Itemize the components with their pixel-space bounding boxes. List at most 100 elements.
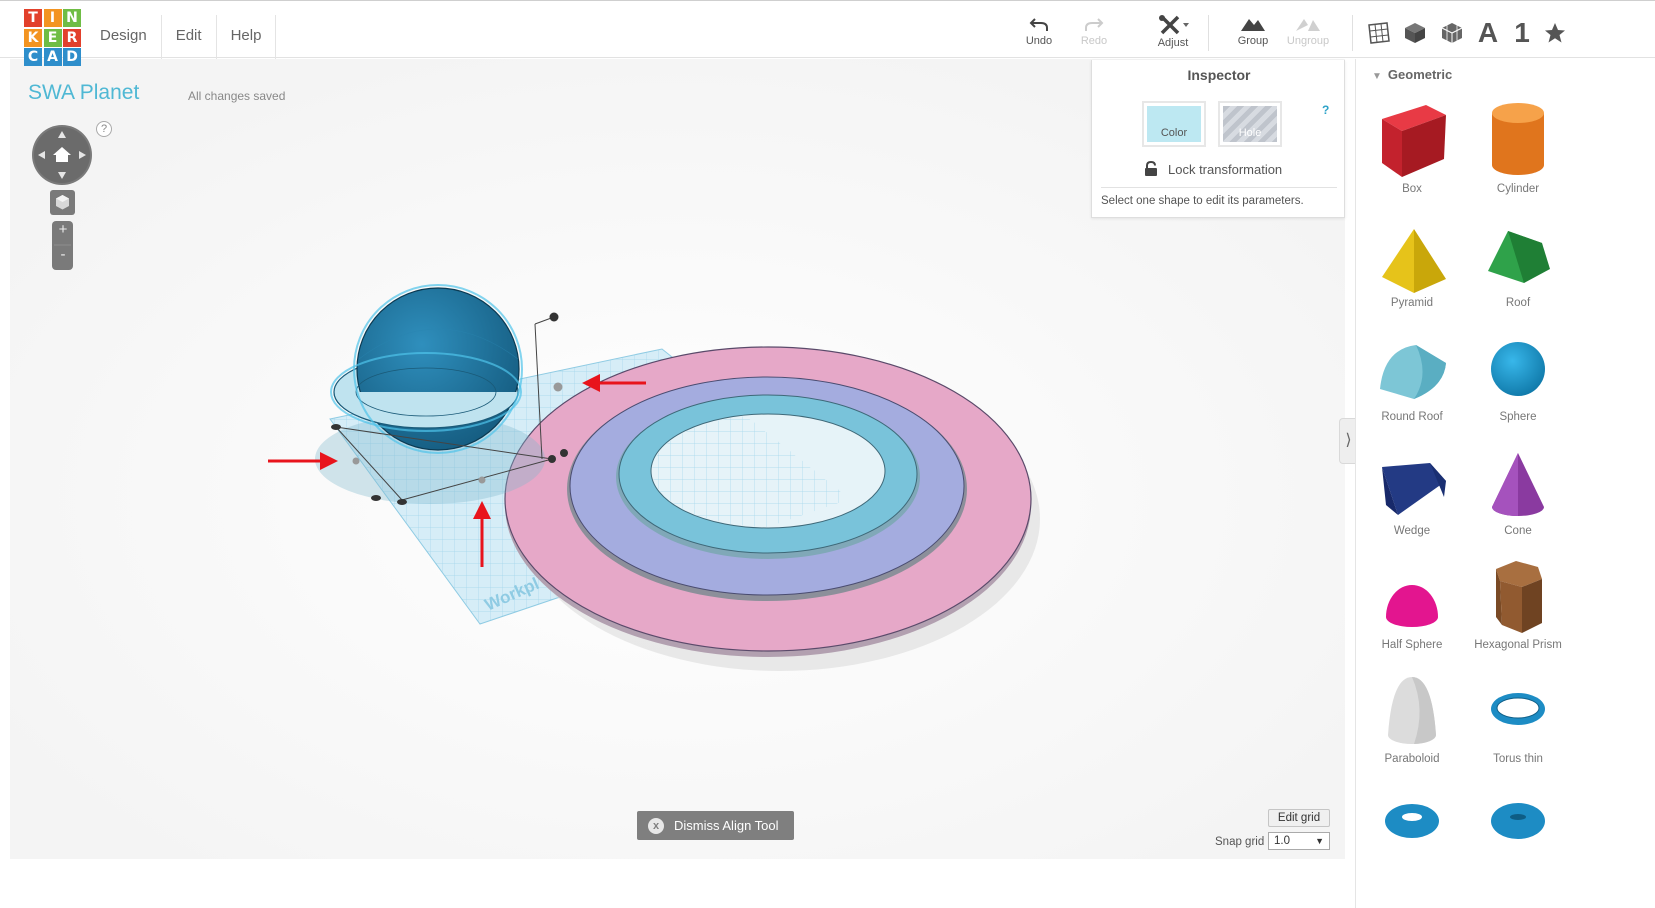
shape-tube[interactable] [1468, 783, 1568, 893]
shape-box[interactable]: Box [1362, 99, 1462, 209]
torus-icon [1385, 804, 1439, 838]
fit-view-button[interactable] [50, 190, 75, 215]
ungroup-button[interactable]: Ungroup [1278, 15, 1338, 55]
shape-label: Paraboloid [1384, 753, 1440, 765]
logo-letter: N [63, 9, 81, 27]
edit-grid-button[interactable]: Edit grid [1268, 809, 1330, 827]
tube-icon [1491, 803, 1545, 839]
inspector-panel: Inspector Color Hole ? Lock transformati… [1091, 60, 1345, 218]
sphere-icon [1491, 342, 1545, 396]
solid-cube-icon [1405, 23, 1425, 43]
pyramid-icon [1382, 229, 1446, 293]
torus-thin-icon [1491, 693, 1545, 725]
dismiss-label: Dismiss Align Tool [674, 818, 779, 833]
save-status: All changes saved [188, 89, 286, 103]
number-shape-button[interactable]: 1 [1511, 17, 1533, 49]
snap-grid-value: 1.0 [1274, 835, 1290, 847]
redo-button[interactable]: Redo [1064, 15, 1124, 55]
logo-letter: T [24, 9, 42, 27]
text-shape-button[interactable]: A [1474, 17, 1502, 49]
logo-letter: E [43, 28, 62, 47]
undo-label: Undo [1025, 35, 1053, 47]
wedge-icon [1382, 463, 1446, 515]
workplane-view-button[interactable] [1366, 17, 1392, 49]
shape-label: Hexagonal Prism [1474, 639, 1562, 651]
color-label: Color [1160, 127, 1188, 139]
shape-pyramid[interactable]: Pyramid [1362, 213, 1462, 323]
group-button[interactable]: Group [1223, 15, 1283, 55]
grid-icon [1368, 22, 1390, 44]
tinkercad-logo[interactable]: TIN KER CAD [24, 9, 81, 66]
shape-sphere[interactable]: Sphere [1468, 327, 1568, 437]
navigation-help-button[interactable]: ? [96, 121, 112, 137]
inspector-title: Inspector [1187, 67, 1251, 83]
shapes-panel: ▼ Geometric Box Cylinder Pyramid Roof Ro… [1355, 59, 1655, 908]
shape-roof[interactable]: Roof [1468, 213, 1568, 323]
inspector-help-button[interactable]: ? [1322, 103, 1329, 117]
geometric-section-header[interactable]: ▼ Geometric [1372, 67, 1452, 82]
zoom-in-button[interactable]: + [57, 221, 69, 238]
hole-swatch-button[interactable]: Hole [1218, 101, 1282, 147]
menu-edit[interactable]: Edit [162, 15, 217, 59]
shape-label: Cylinder [1496, 183, 1540, 195]
undo-button[interactable]: Undo [1009, 15, 1069, 55]
hexagonal-prism-icon [1496, 561, 1542, 633]
shape-wedge[interactable]: Wedge [1362, 441, 1462, 551]
round-roof-icon [1380, 345, 1446, 399]
shape-torus[interactable] [1362, 783, 1462, 893]
shape-paraboloid[interactable]: Paraboloid [1362, 669, 1462, 779]
menu-help[interactable]: Help [217, 15, 277, 59]
chevron-right-icon: ⟩ [1345, 432, 1352, 449]
color-swatch-button[interactable]: Color [1142, 101, 1206, 147]
shape-cylinder[interactable]: Cylinder [1468, 99, 1568, 209]
top-toolbar: TINKERCAD Design Edit Help Undo Redo Adj… [0, 0, 1655, 66]
star-icon [1545, 23, 1565, 43]
shape-hexagonal-prism[interactable]: Hexagonal Prism [1468, 555, 1568, 665]
shape-label: Roof [1505, 297, 1531, 309]
hole-label: Hole [1238, 127, 1262, 139]
roof-icon [1488, 231, 1550, 283]
shape-round-roof[interactable]: Round Roof [1362, 327, 1462, 437]
cylinder-icon [1492, 103, 1544, 175]
dismiss-align-tool-button[interactable]: x Dismiss Align Tool [637, 811, 794, 840]
adjust-label: Adjust [1157, 37, 1189, 49]
zoom-out-button[interactable]: - [57, 246, 69, 263]
orbit-control[interactable] [32, 125, 92, 185]
inspector-divider [1101, 187, 1337, 188]
box-icon [1382, 105, 1446, 177]
undo-icon [1029, 18, 1048, 31]
shape-label: Half Sphere [1381, 639, 1443, 651]
shape-half-sphere[interactable]: Half Sphere [1362, 555, 1462, 665]
redo-label: Redo [1080, 35, 1108, 47]
menu-design[interactable]: Design [86, 15, 162, 59]
shape-torus-thin[interactable]: Torus thin [1468, 669, 1568, 779]
hole-swatch: Hole [1223, 106, 1277, 142]
ungroup-icon [1296, 19, 1320, 31]
lock-icon [1145, 161, 1157, 176]
group-label: Group [1237, 35, 1269, 47]
shape-label: Box [1402, 183, 1422, 195]
favorites-button[interactable] [1544, 17, 1566, 49]
group-icon [1241, 19, 1265, 31]
main-menu: Design Edit Help [86, 15, 277, 59]
project-title[interactable]: SWA Planet [28, 81, 139, 105]
dropdown-arrow-icon: ▼ [1315, 836, 1324, 846]
ungroup-label: Ungroup [1286, 35, 1330, 47]
wireframe-view-button[interactable] [1439, 17, 1465, 49]
logo-letter: C [24, 48, 42, 66]
tinkercad-app: Workpl SWA Planet All changes saved + - … [0, 0, 1655, 908]
adjust-button[interactable]: Adjust [1143, 15, 1203, 55]
snap-grid-select[interactable]: 1.0 ▼ [1268, 832, 1330, 850]
logo-letter: I [43, 9, 62, 27]
shape-label: Round Roof [1381, 411, 1443, 423]
toolbar-divider [1352, 15, 1353, 51]
lock-transformation-toggle[interactable]: Lock transformation [1144, 161, 1282, 177]
shape-label: Pyramid [1390, 297, 1434, 309]
half-sphere-icon [1386, 585, 1438, 627]
shape-cone[interactable]: Cone [1468, 441, 1568, 551]
inspector-hint: Select one shape to edit its parameters. [1101, 195, 1304, 207]
solid-view-button[interactable] [1402, 17, 1428, 49]
cone-icon [1492, 453, 1544, 516]
logo-letter: A [43, 48, 62, 66]
shape-label: Cone [1504, 525, 1532, 537]
